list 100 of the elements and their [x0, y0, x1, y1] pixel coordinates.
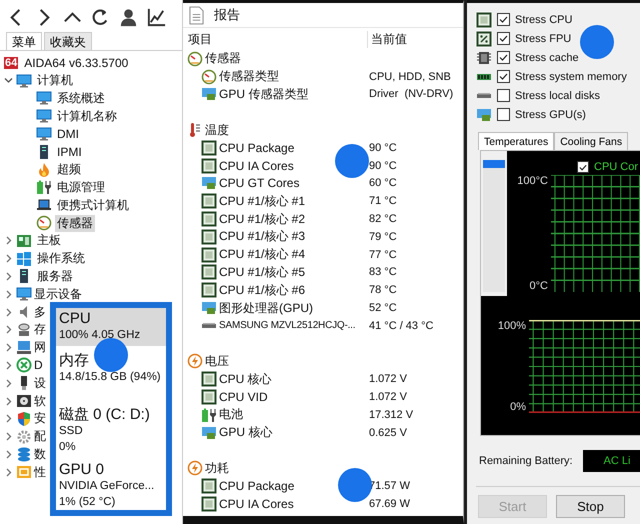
- item-value: 71 °C: [369, 195, 398, 208]
- checkbox[interactable]: [497, 51, 510, 64]
- chevron-right-icon[interactable]: [4, 396, 13, 406]
- chevron-right-icon[interactable]: [4, 290, 13, 299]
- column-header[interactable]: 当前值: [367, 30, 463, 48]
- tree-item[interactable]: 多: [34, 304, 46, 321]
- tree-item[interactable]: 数: [34, 446, 46, 463]
- chevron-right-icon[interactable]: [4, 360, 13, 370]
- app-logo: 64: [4, 56, 18, 69]
- axis-label: 100%: [498, 320, 526, 332]
- display-card-icon: [476, 106, 492, 122]
- chevron-right-icon[interactable]: [4, 343, 13, 352]
- tree-item[interactable]: AIDA64 v6.33.5700: [22, 56, 130, 70]
- gauge-icon: [36, 215, 52, 232]
- checkbox-label[interactable]: Stress GPU(s): [515, 108, 586, 120]
- chevron-right-icon[interactable]: [4, 450, 13, 459]
- item-value: 1.072 V: [369, 391, 408, 404]
- checkbox-label[interactable]: Stress cache: [515, 52, 579, 64]
- tree-item[interactable]: 存: [34, 321, 46, 338]
- tree-item[interactable]: 安: [34, 410, 46, 428]
- chevron-right-icon[interactable]: [4, 378, 13, 388]
- graph-tab[interactable]: Cooling Fans: [554, 132, 628, 150]
- chevron-down-icon[interactable]: [4, 76, 13, 86]
- chevron-right-icon[interactable]: [4, 254, 13, 264]
- performance-item[interactable]: 内存 14.8/15.8 GB (94%): [56, 350, 166, 400]
- checkbox-label[interactable]: Stress system memory: [515, 70, 627, 82]
- item-label: CPU #1/核心 #1: [219, 192, 306, 210]
- tree-item[interactable]: 配: [34, 428, 46, 446]
- tree-item[interactable]: 主板: [35, 232, 63, 250]
- item-label: 电池: [219, 406, 243, 424]
- performance-item[interactable]: 磁盘 0 (C: D:) SSD 0%: [56, 404, 166, 456]
- document-icon: [189, 6, 204, 24]
- menu-tab[interactable]: 收藏夹: [44, 32, 92, 50]
- tree-item[interactable]: 超频: [55, 161, 83, 178]
- tree-item[interactable]: D: [34, 358, 43, 372]
- marker-dot: [335, 144, 369, 178]
- tree-item[interactable]: 服务器: [35, 268, 75, 285]
- checkbox-label[interactable]: Stress CPU: [515, 14, 572, 26]
- checkbox[interactable]: [497, 32, 510, 45]
- item-value: CPU, HDD, SNB: [369, 70, 452, 83]
- scrollbar-thumb[interactable]: [483, 160, 505, 168]
- tree-item[interactable]: 性: [34, 464, 46, 481]
- drive-icon: [201, 323, 217, 328]
- tree-item[interactable]: DMI: [55, 127, 81, 142]
- item-value: 77 °C: [369, 248, 398, 261]
- item-value: 79 °C: [369, 230, 398, 243]
- performance-title: CPU: [59, 310, 91, 327]
- user-icon[interactable]: [118, 7, 139, 28]
- tree-item[interactable]: 操作系统: [35, 250, 87, 268]
- chip-icon: [201, 282, 217, 298]
- chip-icon: [201, 264, 217, 280]
- checkbox[interactable]: [497, 70, 510, 83]
- action-button[interactable]: Stop: [556, 495, 625, 518]
- section-title: 功耗: [205, 460, 229, 477]
- chevron-right-icon[interactable]: [4, 236, 13, 246]
- checkbox-label[interactable]: Stress local disks: [515, 90, 600, 102]
- item-label: GPU 核心: [219, 424, 272, 442]
- tree-item[interactable]: 传感器: [55, 214, 95, 232]
- monitor-icon: [36, 126, 52, 142]
- legend-checkbox[interactable]: [577, 161, 589, 173]
- tree-item[interactable]: 设: [34, 374, 46, 392]
- checkbox[interactable]: [497, 108, 510, 121]
- tree-item[interactable]: 软: [34, 392, 46, 410]
- display-card-icon: [201, 300, 217, 316]
- tree-item[interactable]: 网: [34, 339, 46, 356]
- chevron-right-icon[interactable]: [4, 414, 13, 424]
- item-label: 传感器类型: [219, 68, 279, 86]
- tree-item[interactable]: 系统概述: [55, 90, 107, 107]
- round-x-icon: [16, 357, 32, 374]
- tree-item[interactable]: 计算机名称: [55, 108, 119, 125]
- chevron-right-icon[interactable]: [4, 432, 13, 442]
- menu-tab[interactable]: 菜单: [6, 32, 42, 50]
- tree-item[interactable]: 显示设备: [34, 286, 82, 303]
- item-label: CPU 核心: [219, 370, 272, 388]
- chevron-right-icon[interactable]: [4, 308, 13, 317]
- item-value: 52 °C: [369, 302, 398, 314]
- chart-icon[interactable]: [146, 7, 167, 28]
- column-header[interactable]: 项目: [183, 30, 367, 48]
- axis-label: 0%: [510, 401, 526, 413]
- performance-item[interactable]: CPU 100% 4.05 GHz: [56, 308, 166, 346]
- performance-item[interactable]: GPU 0 NVIDIA GeForce... 1% (52 °C): [56, 459, 166, 510]
- chevron-right-icon[interactable]: [4, 468, 13, 477]
- tree-item[interactable]: 电源管理: [55, 178, 107, 196]
- checkbox-label[interactable]: Stress FPU: [515, 32, 572, 44]
- tree-item[interactable]: 便携式计算机: [55, 196, 131, 214]
- shield-icon: [16, 410, 32, 427]
- calculator-chip-icon: [476, 30, 492, 46]
- checkbox[interactable]: [497, 89, 510, 102]
- flame-icon: [36, 162, 52, 178]
- axis-label: 100°C: [517, 175, 548, 187]
- display-card-icon: [201, 175, 217, 192]
- panel-icon: [16, 464, 32, 480]
- chevron-right-icon[interactable]: [4, 325, 13, 334]
- graph-tab[interactable]: Temperatures: [478, 132, 554, 150]
- tree-item[interactable]: IPMI: [55, 144, 84, 159]
- tree-item[interactable]: 计算机: [35, 72, 75, 90]
- checkbox[interactable]: [497, 13, 510, 26]
- chevron-right-icon[interactable]: [4, 272, 13, 281]
- four-squares-icon: [16, 250, 32, 267]
- display-card-icon: [201, 86, 217, 102]
